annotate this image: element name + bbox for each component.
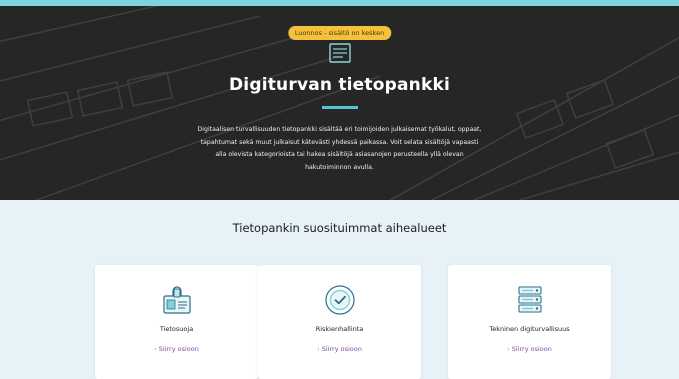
hero-description: Digitaalisen turvallisuuden tietopankki … — [197, 126, 482, 171]
go-to-section-link[interactable]: › Siirry osioon — [448, 345, 611, 353]
title-divider — [321, 106, 358, 109]
go-to-section-link[interactable]: › Siirry osioon — [95, 345, 258, 353]
chevron-right-icon: › — [154, 345, 157, 353]
server-rack-icon — [517, 286, 542, 313]
card-title: Riskienhallinta — [315, 325, 364, 333]
category-card-tietosuoja[interactable]: Tietosuoja › Siirry osioon — [95, 265, 258, 379]
book-icon — [328, 43, 351, 63]
draft-status-badge: Luonnos - sisältö on kesken — [287, 26, 392, 40]
go-to-section-link[interactable]: › Siirry osioon — [258, 345, 421, 353]
hero-banner: Luonnos - sisältö on kesken Digiturvan t… — [0, 6, 679, 200]
chevron-right-icon: › — [507, 345, 510, 353]
chevron-right-icon: › — [317, 345, 320, 353]
card-title: Tietosuoja — [159, 325, 194, 333]
section-title: Tietopankin suosituimmat aihealueet — [232, 221, 447, 235]
page-title: Digiturvan tietopankki — [229, 75, 450, 95]
card-title: Tekninen digiturvallisuus — [489, 325, 570, 333]
shield-check-icon — [324, 285, 355, 315]
category-card-riskienhallinta[interactable]: Riskienhallinta › Siirry osioon — [258, 265, 421, 379]
category-card-tekninen-digiturvallisuus[interactable]: Tekninen digiturvallisuus › Siirry osioon — [448, 265, 611, 379]
id-card-lock-icon — [162, 286, 191, 314]
